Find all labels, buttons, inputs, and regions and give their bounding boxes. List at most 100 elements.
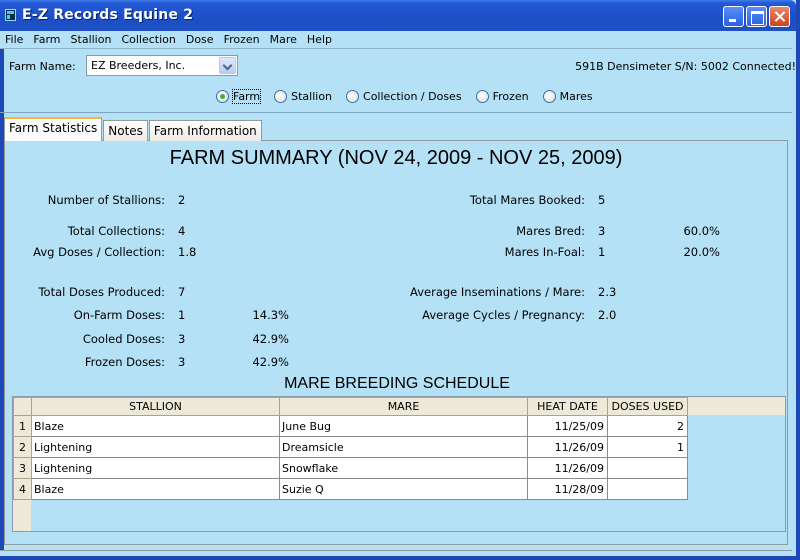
stat-label: Cooled Doses:	[82, 332, 165, 346]
menu-dose[interactable]: Dose	[181, 31, 219, 48]
stat-value: 2	[178, 193, 186, 207]
radio-collection-doses[interactable]: Collection / Doses	[346, 90, 462, 103]
cell-heat-date[interactable]: 11/25/09	[527, 415, 608, 437]
corner-header-cell[interactable]	[13, 397, 32, 416]
tab-strip: Farm Statistics Notes Farm Information	[4, 117, 263, 141]
row-number[interactable]: 2	[13, 436, 32, 458]
tab-farm-statistics[interactable]: Farm Statistics	[4, 117, 103, 141]
summary-title: FARM SUMMARY (NOV 24, 2009 - NOV 25, 200…	[169, 147, 623, 169]
close-button[interactable]	[769, 6, 790, 27]
stat-percent: 14.3%	[252, 308, 289, 322]
cell-heat-date[interactable]: 11/28/09	[527, 478, 608, 500]
table-row[interactable]: 2 Lightening Dreamsicle 11/26/09 1	[13, 436, 688, 458]
stat-percent: 20.0%	[683, 245, 720, 259]
column-header-heat-date[interactable]: HEAT DATE	[527, 397, 608, 416]
radio-frozen[interactable]: Frozen	[475, 90, 529, 103]
menu-farm[interactable]: Farm	[28, 31, 65, 48]
maximize-button[interactable]	[746, 6, 767, 27]
menu-frozen[interactable]: Frozen	[219, 31, 265, 48]
chevron-down-icon[interactable]	[219, 57, 236, 74]
divider	[0, 112, 792, 113]
title-bar[interactable]: E-Z Records Equine 2	[0, 0, 796, 31]
cell-stallion[interactable]: Blaze	[31, 415, 280, 437]
stat-label: Total Doses Produced:	[38, 285, 165, 299]
cell-mare[interactable]: June Bug	[279, 415, 528, 437]
stat-label: Frozen Doses:	[84, 355, 165, 369]
app-icon[interactable]	[5, 9, 16, 21]
status-bar	[0, 550, 792, 556]
cell-mare[interactable]: Suzie Q	[279, 478, 528, 500]
stat-value: 1	[178, 308, 186, 322]
cell-doses-used[interactable]: 2	[607, 415, 688, 437]
stat-label: Mares In-Foal:	[504, 245, 585, 259]
farm-name-value: EZ Breeders, Inc.	[91, 59, 186, 72]
stat-value: 3	[178, 332, 186, 346]
menu-stallion[interactable]: Stallion	[66, 31, 117, 48]
cell-stallion[interactable]: Lightening	[31, 457, 280, 479]
radio-icon[interactable]	[274, 90, 288, 103]
farm-name-select[interactable]: EZ Breeders, Inc.	[86, 55, 238, 76]
stat-percent: 60.0%	[683, 224, 720, 238]
stat-label: Mares Bred:	[516, 224, 585, 238]
radio-mares[interactable]: Mares	[542, 90, 593, 103]
stat-percent: 42.9%	[252, 355, 289, 369]
tab-farm-information[interactable]: Farm Information	[148, 120, 262, 141]
cell-doses-used[interactable]	[607, 457, 688, 479]
menu-help[interactable]: Help	[302, 31, 337, 48]
cell-heat-date[interactable]: 11/26/09	[527, 457, 608, 479]
stat-value: 1	[598, 245, 606, 259]
stat-label: Total Collections:	[67, 224, 165, 238]
window-title: E-Z Records Equine 2	[22, 7, 194, 23]
radio-icon[interactable]	[475, 90, 489, 103]
column-header-stallion[interactable]: STALLION	[31, 397, 280, 416]
column-header-mare[interactable]: MARE	[279, 397, 528, 416]
device-status: 591B Densimeter S/N: 5002 Connected!	[575, 60, 796, 73]
menu-mare[interactable]: Mare	[265, 31, 302, 48]
menu-bar: File Farm Stallion Collection Dose Froze…	[0, 31, 792, 49]
stat-value: 1.8	[178, 245, 197, 259]
stat-label: Average Cycles / Pregnancy:	[422, 308, 585, 322]
schedule-title: MARE BREEDING SCHEDULE	[284, 375, 510, 392]
table-row[interactable]: 4 Blaze Suzie Q 11/28/09	[13, 478, 688, 500]
radio-icon[interactable]	[542, 90, 556, 103]
row-number[interactable]: 3	[13, 457, 32, 479]
menu-file[interactable]: File	[0, 31, 28, 48]
stat-percent: 42.9%	[252, 332, 289, 346]
stat-label: Avg Doses / Collection:	[33, 245, 165, 259]
stat-value: 4	[178, 224, 186, 238]
table-row[interactable]: 1 Blaze June Bug 11/25/09 2	[13, 415, 688, 437]
cell-stallion[interactable]: Blaze	[31, 478, 280, 500]
farm-name-label: Farm Name:	[9, 60, 76, 73]
table-row[interactable]: 3 Lightening Snowflake 11/26/09	[13, 457, 688, 479]
stat-value: 7	[178, 285, 186, 299]
row-number[interactable]: 1	[13, 415, 32, 437]
cell-mare[interactable]: Snowflake	[279, 457, 528, 479]
column-header-doses-used[interactable]: DOSES USED	[607, 397, 688, 416]
stat-value: 2.3	[598, 285, 617, 299]
cell-stallion[interactable]: Lightening	[31, 436, 280, 458]
menu-collection[interactable]: Collection	[116, 31, 180, 48]
breeding-schedule-table: STALLION MARE HEAT DATE DOSES USED 1 Bla…	[13, 397, 688, 500]
breeding-schedule-grid[interactable]: STALLION MARE HEAT DATE DOSES USED 1 Bla…	[12, 396, 786, 532]
stat-value: 5	[598, 193, 606, 207]
stat-value: 3	[178, 355, 186, 369]
stat-label: Number of Stallions:	[47, 193, 165, 207]
cell-heat-date[interactable]: 11/26/09	[527, 436, 608, 458]
cell-doses-used[interactable]	[607, 478, 688, 500]
row-number[interactable]: 4	[13, 478, 32, 500]
radio-farm[interactable]: Farm	[216, 89, 262, 104]
cell-mare[interactable]: Dreamsicle	[279, 436, 528, 458]
radio-selected-icon[interactable]	[216, 90, 229, 103]
cell-doses-used[interactable]: 1	[607, 436, 688, 458]
stat-label: On-Farm Doses:	[73, 308, 165, 322]
view-radio-group: Farm Stallion Collection / Doses Frozen …	[216, 89, 607, 104]
stat-label: Total Mares Booked:	[469, 193, 585, 207]
stat-value: 2.0	[598, 308, 617, 322]
radio-stallion[interactable]: Stallion	[274, 90, 332, 103]
stat-label: Average Inseminations / Mare:	[410, 285, 585, 299]
stat-value: 3	[598, 224, 606, 238]
tab-notes[interactable]: Notes	[103, 120, 148, 141]
minimize-button[interactable]	[723, 6, 744, 27]
radio-icon[interactable]	[346, 90, 360, 103]
table-header-row: STALLION MARE HEAT DATE DOSES USED	[13, 397, 688, 416]
